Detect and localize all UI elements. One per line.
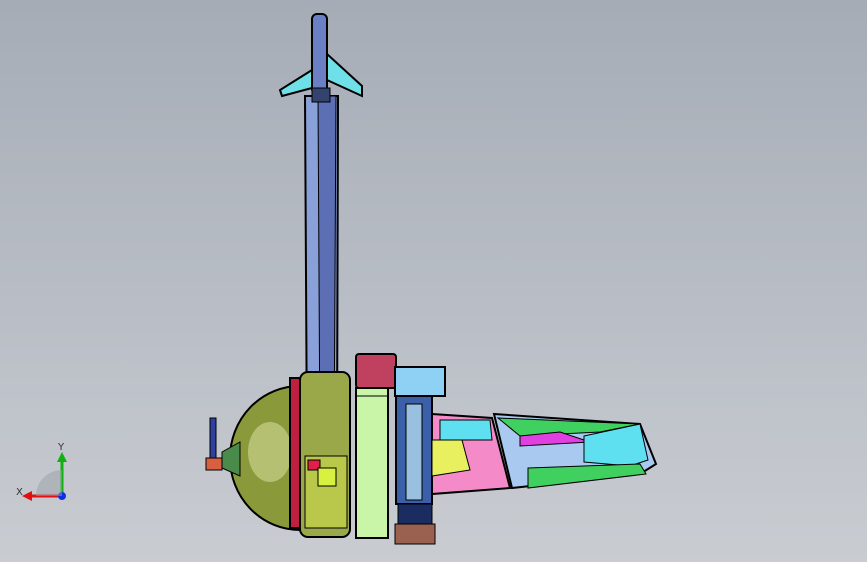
side-probe[interactable] <box>205 417 241 477</box>
coordinate-triad <box>22 452 67 501</box>
wing-assembly[interactable] <box>431 412 658 496</box>
cad-model-drawing[interactable] <box>0 0 867 562</box>
left-fin <box>278 68 313 98</box>
panel-column[interactable] <box>355 353 397 539</box>
cad-viewport[interactable]: X Y <box>0 0 867 562</box>
right-fin <box>326 51 363 98</box>
dome-body[interactable] <box>229 371 351 538</box>
x-axis-label: X <box>16 487 23 498</box>
y-axis-label: Y <box>58 442 65 453</box>
